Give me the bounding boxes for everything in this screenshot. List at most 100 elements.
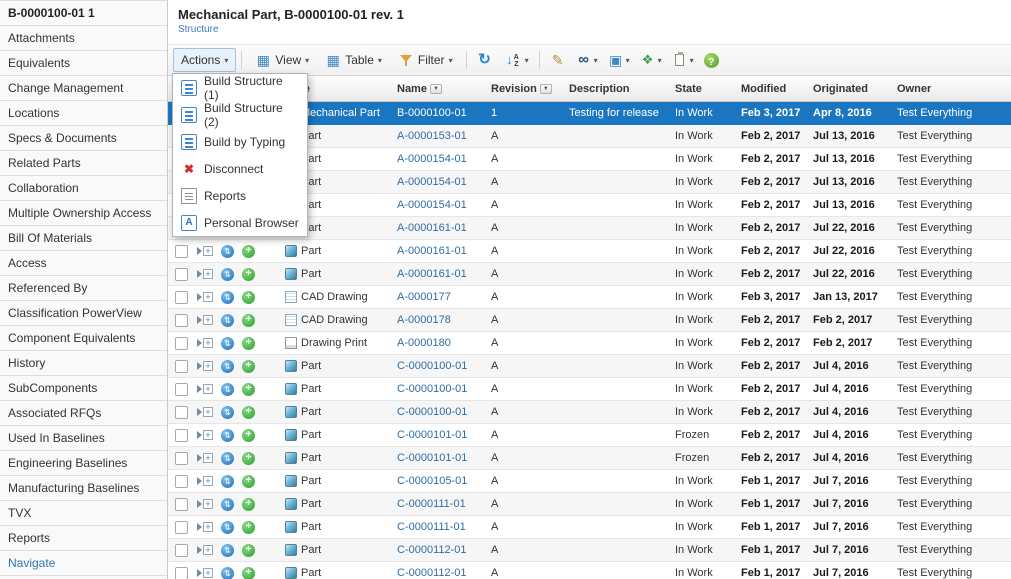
add-icon[interactable] [242, 406, 255, 419]
menu-item[interactable]: Reports [173, 182, 307, 209]
view-button[interactable]: View ▾ [247, 48, 317, 72]
name-link[interactable]: A-0000161-01 [397, 245, 467, 257]
name-link[interactable]: A-0000178 [397, 314, 451, 326]
name-link[interactable]: C-0000112-01 [397, 567, 467, 579]
name-link[interactable]: A-0000154-01 [397, 199, 467, 211]
add-icon[interactable] [242, 544, 255, 557]
add-icon[interactable] [242, 245, 255, 258]
menu-item[interactable]: Personal Browser [173, 209, 307, 236]
navigate-icon[interactable] [221, 245, 234, 258]
row-checkbox[interactable] [175, 567, 188, 579]
clipboard-button[interactable]: ▾ [667, 48, 699, 72]
row-checkbox[interactable] [175, 406, 188, 419]
table-row[interactable]: Part C-0000100-01 A In Work Feb 2, 2017 … [168, 355, 1011, 378]
expand-structure-icon[interactable] [197, 407, 213, 417]
table-row[interactable]: Part C-0000100-01 A In Work Feb 2, 2017 … [168, 401, 1011, 424]
expand-structure-icon[interactable] [197, 361, 213, 371]
table-row[interactable]: Part C-0000100-01 A In Work Feb 2, 2017 … [168, 378, 1011, 401]
table-row[interactable]: Part C-0000101-01 A Frozen Feb 2, 2017 J… [168, 447, 1011, 470]
name-link[interactable]: C-0000101-01 [397, 452, 467, 464]
sidebar-item[interactable]: Bill Of Materials [0, 226, 167, 251]
actions-button[interactable]: Actions ▾ [173, 48, 236, 72]
sidebar-item[interactable]: Reports [0, 526, 167, 551]
column-header-originated[interactable]: Originated [810, 76, 894, 101]
name-link[interactable]: C-0000100-01 [397, 406, 467, 418]
name-link[interactable]: A-0000180 [397, 337, 451, 349]
sidebar-item[interactable]: Equivalents [0, 51, 167, 76]
column-header-revision[interactable]: Revision ▼ [488, 76, 566, 101]
sidebar-item[interactable]: B-0000100-01 1 [0, 1, 167, 26]
name-link[interactable]: C-0000111-01 [397, 521, 466, 533]
row-checkbox[interactable] [175, 383, 188, 396]
column-header-state[interactable]: State [672, 76, 738, 101]
navigate-icon[interactable] [221, 406, 234, 419]
add-icon[interactable] [242, 521, 255, 534]
sidebar-item[interactable]: Used In Baselines [0, 426, 167, 451]
name-link[interactable]: A-0000153-01 [397, 130, 467, 142]
navigate-icon[interactable] [221, 429, 234, 442]
navigate-icon[interactable] [221, 337, 234, 350]
sidebar-item[interactable]: Specs & Documents [0, 126, 167, 151]
expand-structure-icon[interactable] [197, 476, 213, 486]
add-icon[interactable] [242, 475, 255, 488]
add-icon[interactable] [242, 268, 255, 281]
row-checkbox[interactable] [175, 498, 188, 511]
table-row[interactable]: Drawing Print A-0000180 A In Work Feb 2,… [168, 332, 1011, 355]
row-checkbox[interactable] [175, 291, 188, 304]
expand-structure-icon[interactable] [197, 338, 213, 348]
navigate-icon[interactable] [221, 268, 234, 281]
navigate-icon[interactable] [221, 360, 234, 373]
table-row[interactable]: CAD Drawing A-0000178 A In Work Feb 2, 2… [168, 309, 1011, 332]
column-header-modified[interactable]: Modified [738, 76, 810, 101]
row-checkbox[interactable] [175, 521, 188, 534]
navigate-icon[interactable] [221, 452, 234, 465]
row-checkbox[interactable] [175, 268, 188, 281]
column-header-owner[interactable]: Owner [894, 76, 1011, 101]
navigate-icon[interactable] [221, 291, 234, 304]
expand-structure-icon[interactable] [197, 269, 213, 279]
sidebar-item[interactable]: Component Equivalents [0, 326, 167, 351]
sidebar-item[interactable]: SubComponents [0, 376, 167, 401]
name-link[interactable]: A-0000154-01 [397, 153, 467, 165]
expand-structure-icon[interactable] [197, 384, 213, 394]
sidebar-item[interactable]: Classification PowerView [0, 301, 167, 326]
help-button[interactable] [699, 48, 724, 72]
expand-structure-icon[interactable] [197, 430, 213, 440]
name-link[interactable]: A-0000177 [397, 291, 451, 303]
sidebar-item[interactable]: TVX [0, 501, 167, 526]
expand-structure-icon[interactable] [197, 246, 213, 256]
edit-button[interactable] [545, 48, 571, 72]
sidebar-item[interactable]: Engineering Baselines [0, 451, 167, 476]
navigate-icon[interactable] [221, 314, 234, 327]
menu-item[interactable]: Build Structure (2) [173, 101, 307, 128]
name-link[interactable]: C-0000112-01 [397, 544, 467, 556]
add-icon[interactable] [242, 567, 255, 579]
navigate-icon[interactable] [221, 498, 234, 511]
table-row[interactable]: CAD Drawing A-0000177 A In Work Feb 3, 2… [168, 286, 1011, 309]
table-row[interactable]: Part C-0000111-01 A In Work Feb 1, 2017 … [168, 516, 1011, 539]
sidebar-item[interactable]: Collaboration [0, 176, 167, 201]
name-link[interactable]: A-0000154-01 [397, 176, 467, 188]
add-icon[interactable] [242, 498, 255, 511]
sidebar-item[interactable]: Multiple Ownership Access [0, 201, 167, 226]
row-checkbox[interactable] [175, 429, 188, 442]
name-link[interactable]: A-0000161-01 [397, 268, 467, 280]
row-checkbox[interactable] [175, 245, 188, 258]
add-icon[interactable] [242, 337, 255, 350]
expand-structure-icon[interactable] [197, 545, 213, 555]
navigate-icon[interactable] [221, 544, 234, 557]
sidebar-item[interactable]: Access [0, 251, 167, 276]
menu-item[interactable]: Disconnect [173, 155, 307, 182]
sidebar-item[interactable]: Related Parts [0, 151, 167, 176]
sidebar-item[interactable]: Attachments [0, 26, 167, 51]
row-checkbox[interactable] [175, 544, 188, 557]
chevron-down-icon[interactable]: ▼ [540, 84, 552, 94]
sidebar-item[interactable]: Manufacturing Baselines [0, 476, 167, 501]
sidebar-item[interactable]: Locations [0, 101, 167, 126]
table-button[interactable]: Table ▾ [317, 48, 390, 72]
add-icon[interactable] [242, 429, 255, 442]
row-checkbox[interactable] [175, 360, 188, 373]
sidebar-item[interactable]: Referenced By [0, 276, 167, 301]
name-link[interactable]: C-0000101-01 [397, 429, 467, 441]
add-icon[interactable] [242, 314, 255, 327]
